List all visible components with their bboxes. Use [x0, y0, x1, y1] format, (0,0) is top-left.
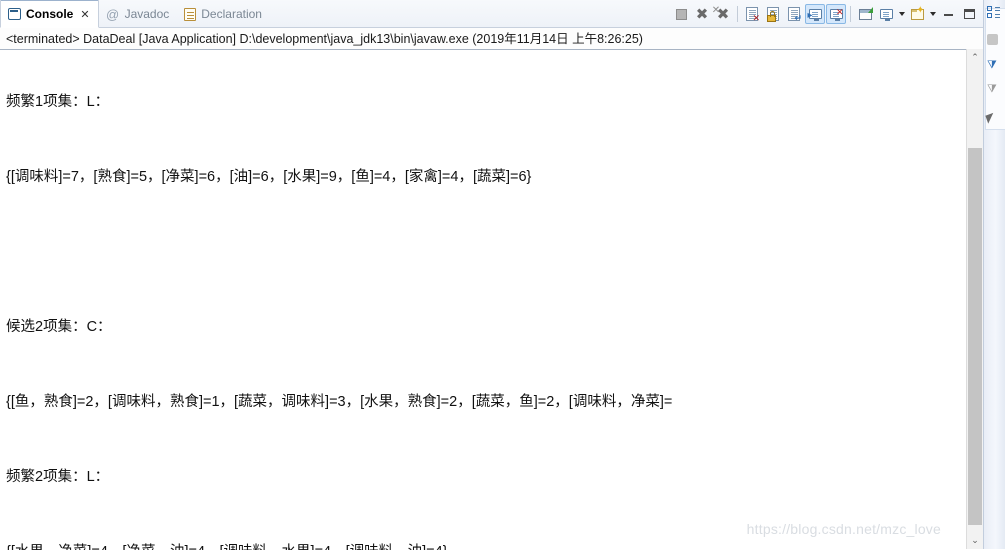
- open-console-button[interactable]: ✦: [907, 4, 927, 24]
- palette-icon[interactable]: [987, 34, 998, 45]
- clear-console-button[interactable]: ✕: [742, 4, 762, 24]
- declaration-icon: [184, 7, 197, 21]
- word-wrap-button[interactable]: ↵: [784, 4, 804, 24]
- display-selected-console-dropdown[interactable]: [897, 4, 906, 24]
- toolbar-separator-2: [850, 6, 851, 22]
- clear-page-icon: ✕: [746, 7, 760, 23]
- remove-all-terminated-button[interactable]: ✖: [712, 3, 733, 24]
- filter-icon[interactable]: ⧩: [987, 60, 1001, 74]
- maximize-icon: [963, 9, 975, 19]
- outline-icon[interactable]: [987, 6, 1001, 20]
- console-toolbar: ✖ ✖ ✕ ✕ ↵ ▸ ✕ ✦: [671, 2, 979, 26]
- close-icon[interactable]: ✕: [80, 8, 89, 21]
- minimize-icon: [943, 12, 953, 16]
- double-x-icon: ✖: [712, 3, 729, 22]
- collapse-icon[interactable]: ⧩: [987, 84, 1001, 98]
- tab-console-label: Console: [26, 7, 74, 21]
- console-text: 频繁1项集：L： {[调味料]=7，[熟食]=5，[净菜]=6，[油]=6，[水…: [6, 50, 983, 550]
- monitor-icon: [879, 9, 893, 21]
- tab-javadoc-label: Javadoc: [124, 7, 170, 21]
- console-out-icon: ▸: [808, 9, 822, 21]
- console-view-stack: Console ✕ @ Javadoc Declaration ✖ ✖ ✕ ✕ …: [0, 0, 983, 550]
- console-line: 频繁1项集：L：: [6, 94, 110, 110]
- scroll-down-arrow-icon[interactable]: ⌄: [967, 532, 983, 549]
- stop-square-icon: [675, 8, 687, 20]
- tab-javadoc[interactable]: @ Javadoc: [99, 1, 178, 27]
- process-status-line: <terminated> DataDeal [Java Application]…: [6, 32, 643, 46]
- scroll-up-arrow-icon[interactable]: ⌃: [967, 49, 983, 66]
- console-line: {[调味料]=7，[熟食]=5，[净菜]=6，[油]=6，[水果]=9，[鱼]=…: [6, 169, 532, 185]
- console-line: 频繁2项集：L：: [6, 469, 110, 485]
- show-console-on-error-button[interactable]: ✕: [826, 4, 846, 24]
- at-icon: @: [105, 6, 120, 22]
- new-console-icon: ✦: [910, 5, 925, 20]
- wrap-page-icon: ↵: [788, 7, 802, 23]
- console-err-icon: ✕: [829, 8, 844, 21]
- lock-icon: [767, 11, 776, 22]
- scroll-lock-button[interactable]: [763, 4, 783, 24]
- tab-console[interactable]: Console ✕: [0, 0, 99, 28]
- open-console-dropdown[interactable]: [928, 4, 937, 24]
- show-console-on-output-button[interactable]: ▸: [805, 4, 825, 24]
- scrollbar-thumb[interactable]: [968, 148, 982, 525]
- display-selected-console-button[interactable]: [876, 4, 896, 24]
- console-line: 候选2项集：C：: [6, 319, 112, 335]
- toolbar-separator-1: [737, 6, 738, 22]
- pin-window-icon: [858, 6, 873, 20]
- terminate-button[interactable]: [671, 4, 691, 24]
- tab-declaration[interactable]: Declaration: [177, 1, 270, 27]
- minimize-button[interactable]: [938, 4, 958, 24]
- view-tab-row: Console ✕ @ Javadoc Declaration ✖ ✖ ✕ ✕ …: [0, 0, 983, 28]
- console-line: {[鱼，熟食]=2，[调味料，熟食]=1，[蔬菜，调味料]=3，[水果，熟食]=…: [6, 394, 673, 410]
- pin-console-button[interactable]: [855, 4, 875, 24]
- console-output-area[interactable]: 频繁1项集：L： {[调味料]=7，[熟食]=5，[净菜]=6，[油]=6，[水…: [0, 49, 983, 550]
- x-icon: ✖: [695, 4, 709, 23]
- maximize-button[interactable]: [959, 4, 979, 24]
- eclipse-console-view: Console ✕ @ Javadoc Declaration ✖ ✖ ✕ ✕ …: [0, 0, 1005, 550]
- tab-declaration-label: Declaration: [201, 7, 262, 21]
- console-vertical-scrollbar[interactable]: ⌃ ⌄: [966, 49, 983, 549]
- console-icon: [8, 8, 21, 20]
- remove-launch-button[interactable]: ✖: [692, 4, 712, 24]
- right-fast-view-bar: ⧩ ⧩ ◤: [983, 0, 1005, 549]
